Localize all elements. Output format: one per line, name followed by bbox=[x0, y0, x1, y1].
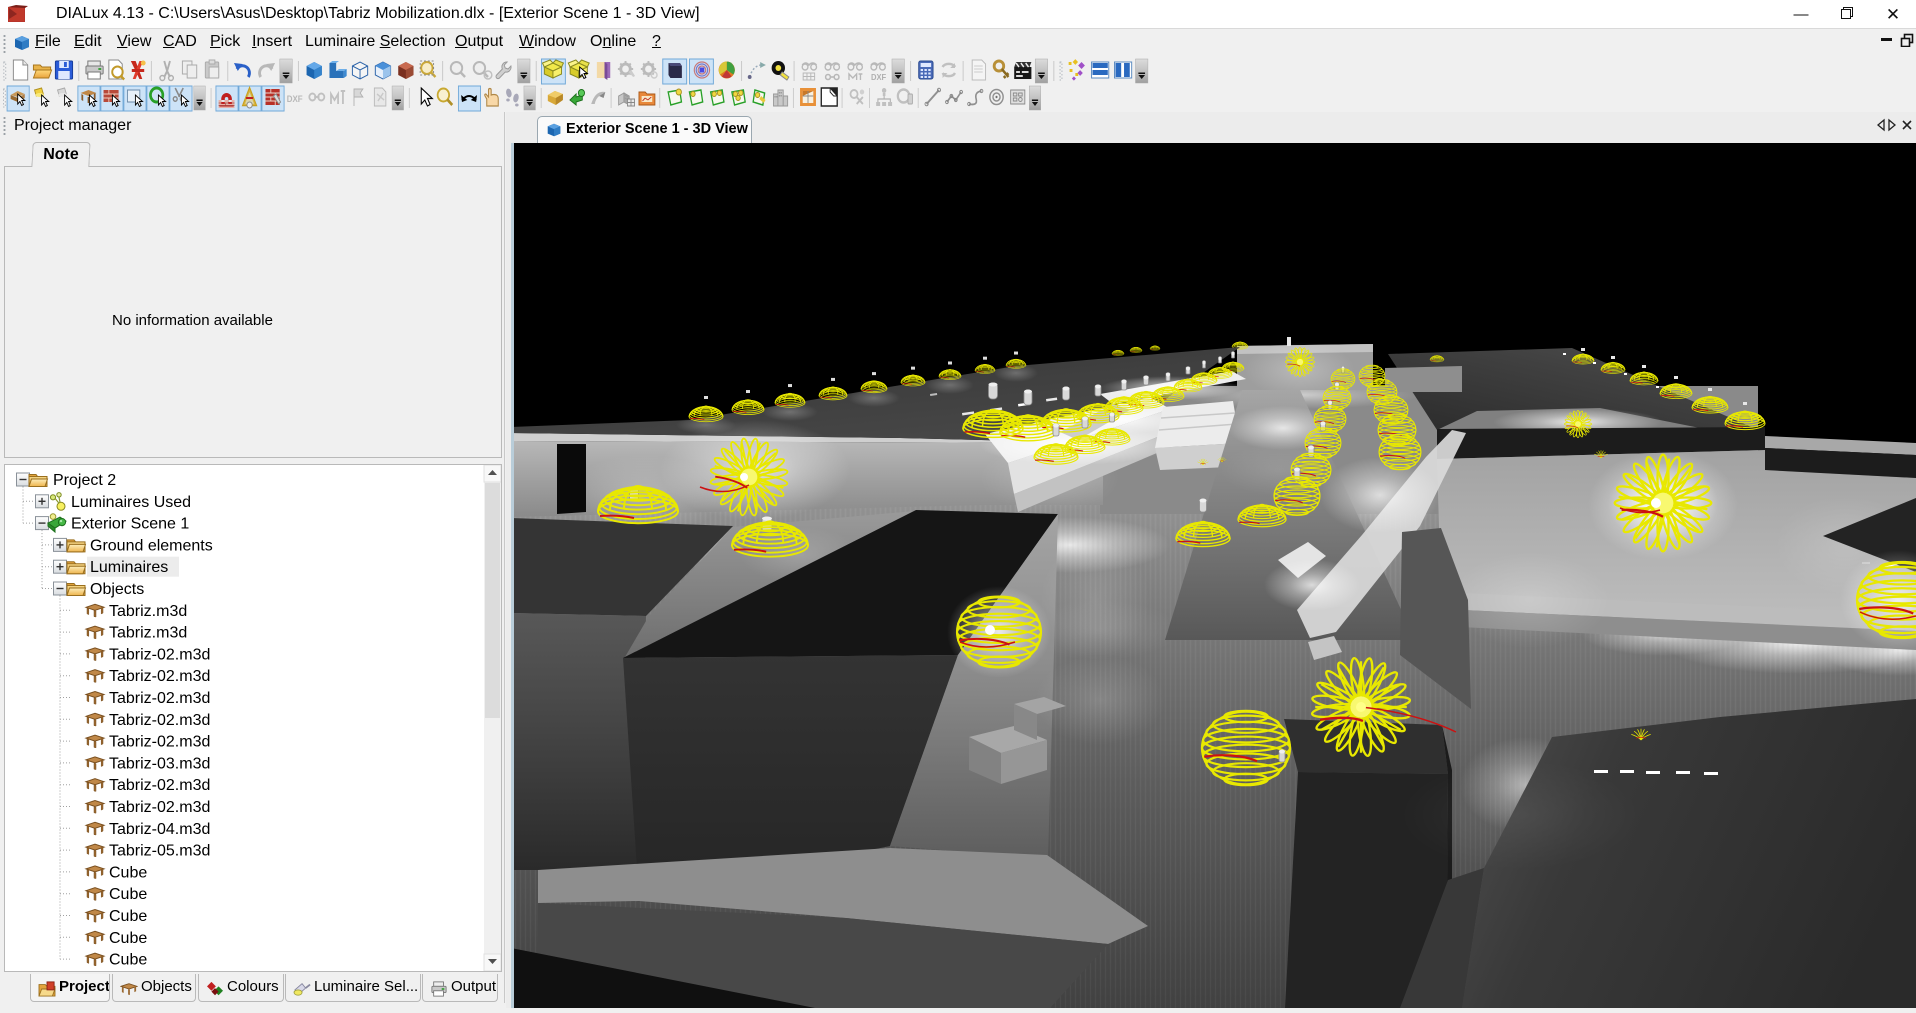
svg-text:Tabriz-02.m3d: Tabriz-02.m3d bbox=[109, 668, 210, 685]
svg-text:Objects: Objects bbox=[90, 581, 144, 598]
svg-text:Ground elements: Ground elements bbox=[90, 537, 213, 554]
svg-text:Cube: Cube bbox=[109, 908, 147, 925]
svg-text:Tabriz.m3d: Tabriz.m3d bbox=[109, 625, 187, 642]
svg-text:Tabriz-02.m3d: Tabriz-02.m3d bbox=[109, 712, 210, 729]
svg-text:Tabriz-02.m3d: Tabriz-02.m3d bbox=[109, 690, 210, 707]
svg-text:Cube: Cube bbox=[109, 886, 147, 903]
svg-text:Tabriz-02.m3d: Tabriz-02.m3d bbox=[109, 799, 210, 816]
svg-text:Tabriz-02.m3d: Tabriz-02.m3d bbox=[109, 777, 210, 794]
svg-text:Tabriz-05.m3d: Tabriz-05.m3d bbox=[109, 843, 210, 860]
svg-text:Tabriz-02.m3d: Tabriz-02.m3d bbox=[109, 646, 210, 663]
svg-text:Tabriz-03.m3d: Tabriz-03.m3d bbox=[109, 755, 210, 772]
svg-text:Tabriz-02.m3d: Tabriz-02.m3d bbox=[109, 734, 210, 751]
svg-text:Cube: Cube bbox=[109, 930, 147, 947]
svg-text:Exterior Scene 1: Exterior Scene 1 bbox=[71, 516, 189, 533]
svg-text:Luminaires Used: Luminaires Used bbox=[71, 494, 191, 511]
svg-text:Luminaires: Luminaires bbox=[90, 559, 168, 576]
svg-text:Tabriz-04.m3d: Tabriz-04.m3d bbox=[109, 821, 210, 838]
svg-text:Cube: Cube bbox=[109, 864, 147, 881]
svg-text:Cube: Cube bbox=[109, 952, 147, 969]
svg-text:DXF: DXF bbox=[871, 73, 886, 82]
svg-text:Project 2: Project 2 bbox=[53, 472, 116, 489]
svg-text:DXF: DXF bbox=[287, 94, 303, 105]
svg-text:Tabriz.m3d: Tabriz.m3d bbox=[109, 603, 187, 620]
